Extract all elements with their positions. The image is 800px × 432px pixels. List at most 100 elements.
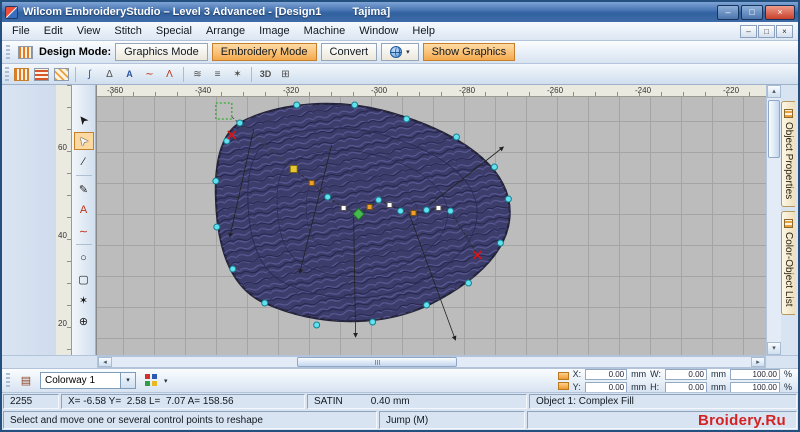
x-label: X: [572, 369, 582, 379]
docked-panel-tabs: Object Properties Color-Object List [781, 85, 798, 355]
stitch-count: 2255 [3, 394, 59, 409]
y-label: Y: [572, 382, 581, 392]
hscroll-thumb[interactable] [297, 357, 458, 367]
menu-image[interactable]: Image [252, 23, 297, 39]
menu-edit[interactable]: Edit [37, 23, 70, 39]
w-percent-field[interactable]: 100.00 [729, 368, 780, 380]
embroidery-design[interactable] [97, 97, 766, 355]
menu-view[interactable]: View [70, 23, 108, 39]
florentine-effect-icon[interactable]: ≋ [188, 66, 207, 83]
minimize-button[interactable]: – [717, 4, 739, 20]
hruler-label: -280 [459, 86, 476, 95]
tatami-fill-icon[interactable] [14, 67, 29, 81]
menu-window[interactable]: Window [352, 23, 405, 39]
freehand-tool[interactable]: ∼ [74, 222, 94, 240]
palette-icon[interactable]: ▤ [16, 372, 36, 390]
hruler-label: -220 [723, 86, 740, 95]
ellipse-tool[interactable]: ○ [74, 249, 94, 267]
vertical-scrollbar[interactable]: ▴ ▾ [766, 85, 781, 355]
mdi-minimize-button[interactable]: – [740, 24, 757, 38]
y-field[interactable]: 0.00 [585, 381, 628, 393]
hscroll-row: ◂ ▸ [2, 355, 798, 368]
stitch-toolbar: ∫ Δ A ∼ Λ ≋ ≡ ✶ 3D ⊞ [2, 64, 798, 85]
hscroll-track[interactable] [112, 357, 751, 367]
window-title-machine: Tajima] [352, 6, 391, 18]
h-field[interactable]: 0.00 [664, 381, 707, 393]
grid-toggle-icon[interactable]: ⊞ [276, 66, 295, 83]
motif-fill-icon[interactable] [54, 67, 69, 81]
menu-arrange[interactable]: Arrange [199, 23, 252, 39]
hruler-label: -360 [107, 86, 124, 95]
lettering-tool[interactable]: A [74, 201, 94, 219]
horizontal-ruler: -360 -340 -320 -300 -280 -260 -240 -220 [97, 85, 766, 97]
close-button[interactable]: × [765, 4, 795, 20]
menu-machine[interactable]: Machine [297, 23, 353, 39]
separator [251, 66, 252, 82]
maximize-button[interactable]: □ [741, 4, 763, 20]
position-icon[interactable] [557, 371, 569, 380]
x-field[interactable]: 0.00 [585, 368, 628, 380]
zigzag-stitch-icon[interactable]: Λ [160, 66, 179, 83]
design-canvas[interactable] [97, 97, 766, 355]
pen-tool[interactable]: ✎ [74, 180, 94, 198]
node-edit-tool[interactable]: ⊕ [74, 312, 94, 330]
menu-special[interactable]: Special [149, 23, 199, 39]
scroll-up-icon[interactable]: ▴ [767, 85, 781, 98]
percent-label: % [783, 382, 792, 392]
size-icon[interactable] [557, 381, 569, 390]
h-percent-field[interactable]: 100.00 [729, 381, 780, 393]
graphics-mode-button[interactable]: Graphics Mode [115, 43, 208, 61]
hruler-label: -340 [195, 86, 212, 95]
tab-object-properties[interactable]: Object Properties [781, 101, 795, 208]
colorway-select[interactable]: Colorway 1 ▾ [40, 372, 136, 389]
3d-view-button[interactable]: 3D [256, 66, 275, 83]
app-icon [5, 5, 18, 19]
hoop-button[interactable]: ▾ [381, 43, 419, 61]
select-tool[interactable]: ➤ [74, 111, 94, 129]
tab-color-object-list[interactable]: Color-Object List [781, 211, 795, 315]
design-mode-label: Design Mode: [39, 46, 112, 58]
star-tool[interactable]: ✶ [74, 291, 94, 309]
x-unit: mm [631, 369, 647, 379]
reshape-tool[interactable]: ➤ [73, 132, 94, 150]
separator [183, 66, 184, 82]
hatch-fill-icon[interactable]: ≡ [208, 66, 227, 83]
vscroll-thumb[interactable] [768, 100, 780, 158]
menu-stitch[interactable]: Stitch [107, 23, 149, 39]
toolbar-grip[interactable] [6, 44, 10, 60]
mdi-restore-button[interactable]: □ [758, 24, 775, 38]
convert-button[interactable]: Convert [320, 43, 378, 61]
tool-separator [75, 175, 92, 176]
show-graphics-button[interactable]: Show Graphics [422, 43, 516, 61]
mix-colors-icon[interactable] [140, 372, 160, 390]
object-info: Object 1: Complex Fill [529, 394, 797, 409]
embroidery-mode-button[interactable]: Embroidery Mode [211, 43, 317, 61]
menu-file[interactable]: File [5, 23, 37, 39]
lettering-icon[interactable]: A [120, 66, 139, 83]
scroll-right-icon[interactable]: ▸ [751, 357, 765, 367]
menu-help[interactable]: Help [405, 23, 442, 39]
motif-run-icon[interactable]: ✶ [228, 66, 247, 83]
window-title: Wilcom EmbroideryStudio – Level 3 Advanc… [23, 6, 322, 18]
chevron-down-icon: ▾ [406, 49, 410, 56]
rectangle-tool[interactable]: ▢ [74, 270, 94, 288]
scroll-left-icon[interactable]: ◂ [98, 357, 112, 367]
object-properties-icon [784, 109, 793, 118]
contour-stitch-icon[interactable]: ∫ [80, 66, 99, 83]
tool-separator [75, 244, 92, 245]
horizontal-scrollbar[interactable]: ◂ ▸ [97, 356, 766, 368]
vruler-label: 20 [58, 319, 67, 328]
toolbar2-grip[interactable] [5, 66, 9, 82]
satin-fill-icon[interactable] [34, 67, 49, 81]
wave-effect-icon[interactable]: ∼ [140, 66, 159, 83]
chevron-down-icon[interactable]: ▾ [120, 373, 135, 388]
measure-tool[interactable]: ∕ [74, 153, 94, 171]
chevron-down-icon[interactable]: ▾ [164, 377, 168, 385]
colorway-grip[interactable] [6, 373, 10, 388]
h-label: H: [650, 382, 660, 392]
globe-icon [390, 46, 403, 58]
mdi-close-button[interactable]: × [776, 24, 793, 38]
scroll-down-icon[interactable]: ▾ [767, 342, 781, 355]
w-field[interactable]: 0.00 [664, 368, 707, 380]
triangle-stitch-icon[interactable]: Δ [100, 66, 119, 83]
